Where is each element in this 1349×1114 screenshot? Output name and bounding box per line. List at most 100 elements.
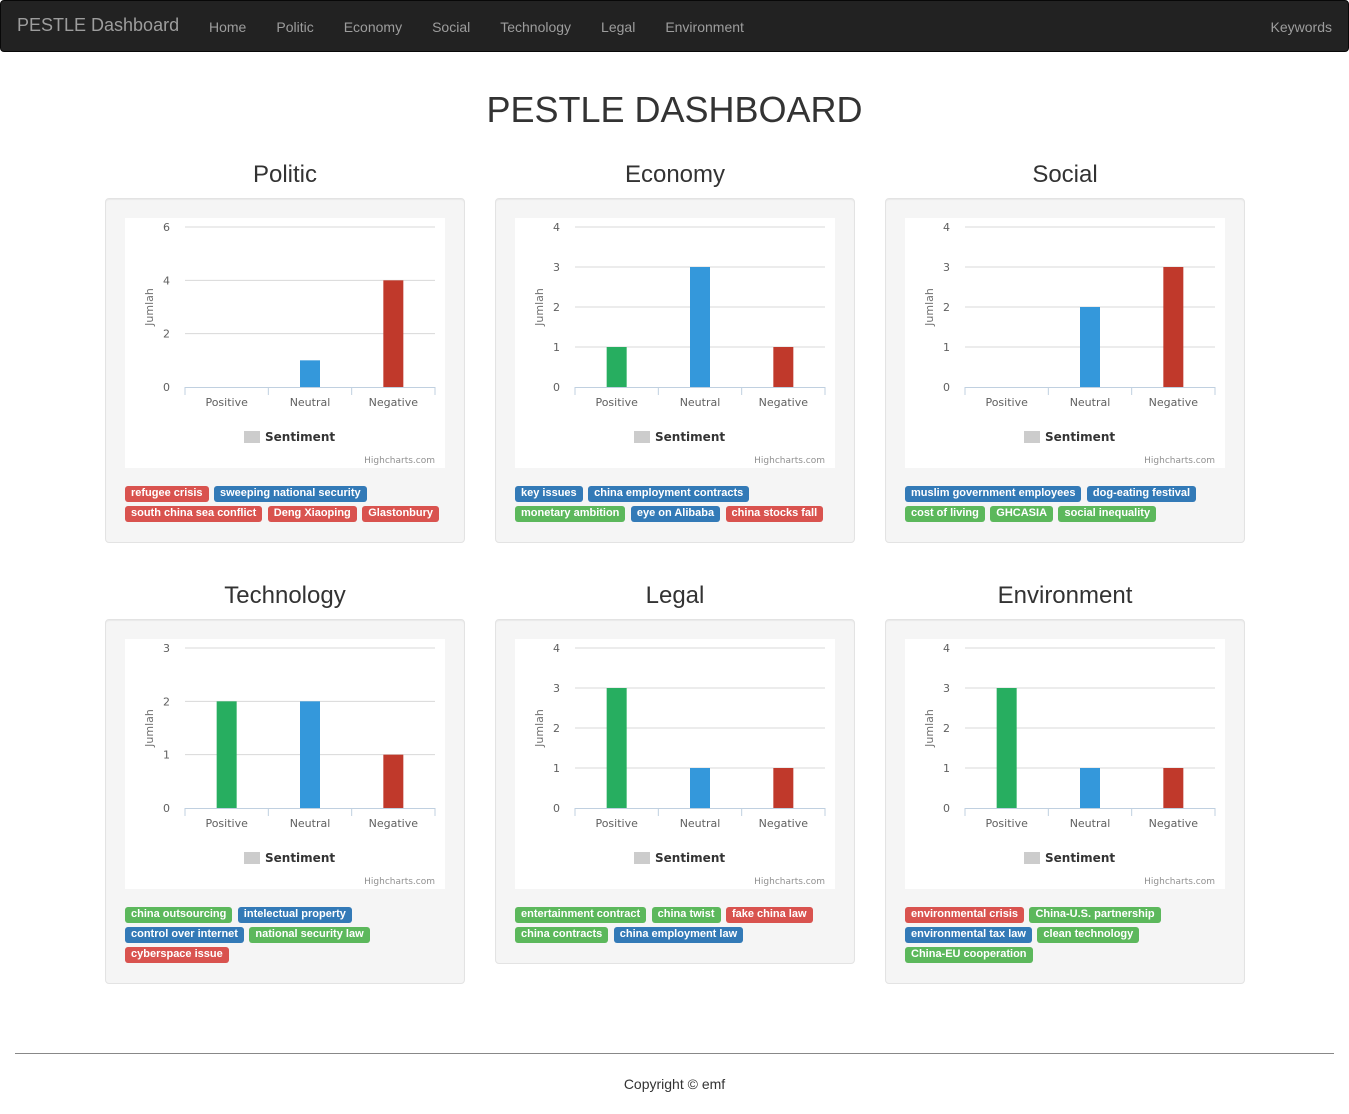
sentiment-chart: 0 1 2 3 4 Positive Neutral Negative Jumlah Sentim… <box>923 221 1216 466</box>
keyword-tags: entertainment contract china twist fake … <box>515 907 835 947</box>
section-title: Economy <box>624 161 726 188</box>
legend-swatch <box>244 431 260 443</box>
nav-menu: Home Politic Economy Social Technology L… <box>194 1 759 53</box>
keyword-tag[interactable]: clean technology <box>1037 927 1140 943</box>
keyword-tag[interactable]: china twist <box>651 907 721 923</box>
legend-swatch <box>1024 431 1040 443</box>
bar-negative <box>1163 768 1184 808</box>
bar-neutral <box>300 701 320 808</box>
section-economy: Economy 0 1 2 3 4 Positive Neutral Negative Juml… <box>495 160 855 543</box>
nav-item-keywords[interactable]: Keywords <box>1271 19 1332 35</box>
highcharts-credit: Highcharts.com <box>754 456 825 466</box>
bar-positive <box>606 688 627 808</box>
keyword-tags: refugee crisis sweeping national securit… <box>125 486 445 526</box>
keyword-tag[interactable]: China-EU cooperation <box>905 947 1033 963</box>
navbar-brand[interactable]: PESTLE Dashboard <box>17 15 179 36</box>
keyword-tag[interactable]: china employment contracts <box>588 486 750 502</box>
keyword-tag[interactable]: fake china law <box>725 907 813 923</box>
section-title: Social <box>1032 161 1098 188</box>
y-axis-title: Jumlah <box>923 709 936 748</box>
x-tick-label: Negative <box>759 396 809 409</box>
bar-negative <box>773 768 794 808</box>
chart-container: 0 1 2 3 4 Positive Neutral Negative Jumlah Sentim… <box>515 218 835 468</box>
keyword-tag[interactable]: control over internet <box>125 927 244 943</box>
y-tick-label: 4 <box>553 642 560 655</box>
keyword-tag[interactable]: environmental crisis <box>905 907 1024 923</box>
keyword-tag[interactable]: china employment law <box>613 927 744 943</box>
keyword-tags: china outsourcing intelectual property c… <box>125 907 445 967</box>
nav-item-environment[interactable]: Environment <box>650 1 759 53</box>
x-tick-label: Neutral <box>290 396 331 409</box>
chart-container: 0 1 2 3 Positive Neutral Negative Jumlah Sentime… <box>125 639 445 889</box>
y-tick-label: 2 <box>553 301 560 314</box>
keyword-tag[interactable]: national security law <box>249 927 370 943</box>
x-tick-label: Positive <box>985 396 1028 409</box>
keyword-tag[interactable]: china outsourcing <box>125 907 233 923</box>
nav-item-politic[interactable]: Politic <box>261 1 328 53</box>
bar-positive <box>606 347 627 387</box>
keyword-tag[interactable]: China-U.S. partnership <box>1029 907 1161 923</box>
nav-item-legal[interactable]: Legal <box>586 1 650 53</box>
keyword-tag[interactable]: muslim government employees <box>905 486 1082 502</box>
nav-item-home[interactable]: Home <box>194 1 261 53</box>
x-tick-label: Positive <box>595 817 638 830</box>
section-title: Technology <box>224 582 346 609</box>
x-tick-label: Positive <box>205 817 248 830</box>
footer-divider <box>15 1053 1334 1054</box>
navbar: PESTLE Dashboard Home Politic Economy So… <box>0 0 1349 52</box>
legend-label: Sentiment <box>655 430 725 444</box>
keyword-tag[interactable]: entertainment contract <box>515 907 647 923</box>
y-tick-label: 0 <box>943 381 950 394</box>
section-environment: Environment 0 1 2 3 4 Positive Neutral Negative… <box>885 581 1245 984</box>
x-tick-label: Neutral <box>290 817 331 830</box>
y-tick-label: 4 <box>943 221 950 234</box>
legend-label: Sentiment <box>1045 851 1115 865</box>
nav-item-technology[interactable]: Technology <box>485 1 586 53</box>
keyword-tag[interactable]: sweeping national security <box>214 486 367 502</box>
keyword-tag[interactable]: intelectual property <box>237 907 352 923</box>
footer-copyright: Copyright © emf <box>623 1076 726 1092</box>
x-tick-label: Neutral <box>1070 396 1111 409</box>
keyword-tag[interactable]: cyberspace issue <box>125 947 229 963</box>
nav-item-social[interactable]: Social <box>417 1 485 53</box>
section-title: Environment <box>997 582 1133 609</box>
keyword-tag[interactable]: Glastonbury <box>362 506 440 522</box>
highcharts-credit: Highcharts.com <box>1144 456 1215 466</box>
keyword-tag[interactable]: social inequality <box>1058 506 1157 522</box>
keyword-tag[interactable]: dog-eating festival <box>1086 486 1197 502</box>
keyword-tag[interactable]: china contracts <box>515 927 609 943</box>
keyword-tag[interactable]: refugee crisis <box>125 486 209 502</box>
chart-well: 0 1 2 3 4 Positive Neutral Negative Jumlah Sentim… <box>495 619 855 964</box>
sentiment-chart: 0 1 2 3 4 Positive Neutral Negative Jumlah Sentim… <box>533 221 826 466</box>
section-politic: Politic 0 2 4 6 Positive Neutral Negative Jumla… <box>105 160 465 543</box>
keyword-tag[interactable]: south china sea conflict <box>125 506 263 522</box>
section-technology: Technology 0 1 2 3 Positive Neutral Negative Ju… <box>105 581 465 984</box>
keyword-tag[interactable]: environmental tax law <box>905 927 1032 943</box>
bar-neutral <box>1080 307 1100 387</box>
y-tick-label: 1 <box>163 749 170 762</box>
bar-positive <box>996 688 1017 808</box>
legend-swatch <box>634 852 650 864</box>
y-axis-title: Jumlah <box>143 288 156 327</box>
legend-label: Sentiment <box>265 851 335 865</box>
nav-item-economy[interactable]: Economy <box>329 1 417 53</box>
keyword-tag[interactable]: key issues <box>515 486 583 502</box>
keyword-tag[interactable]: eye on Alibaba <box>630 506 721 522</box>
chart-container: 0 1 2 3 4 Positive Neutral Negative Jumlah Sentim… <box>905 218 1225 468</box>
keyword-tag[interactable]: Deng Xiaoping <box>267 506 357 522</box>
x-tick-label: Neutral <box>1070 817 1111 830</box>
chart-well: 0 1 2 3 4 Positive Neutral Negative Jumlah Sentim… <box>885 198 1245 543</box>
bar-positive <box>216 701 237 808</box>
keyword-tag[interactable]: cost of living <box>905 506 985 522</box>
keyword-tags: key issues china employment contracts mo… <box>515 486 835 526</box>
y-tick-label: 2 <box>943 301 950 314</box>
section-legal: Legal 0 1 2 3 4 Positive Neutral Negative Jumlah… <box>495 581 855 964</box>
y-tick-label: 1 <box>553 762 560 775</box>
x-tick-label: Neutral <box>680 396 721 409</box>
bar-negative <box>773 347 794 387</box>
keyword-tag[interactable]: monetary ambition <box>515 506 626 522</box>
bar-negative <box>383 280 404 387</box>
keyword-tag[interactable]: china stocks fall <box>725 506 824 522</box>
y-tick-label: 2 <box>943 722 950 735</box>
keyword-tag[interactable]: GHCASIA <box>990 506 1054 522</box>
